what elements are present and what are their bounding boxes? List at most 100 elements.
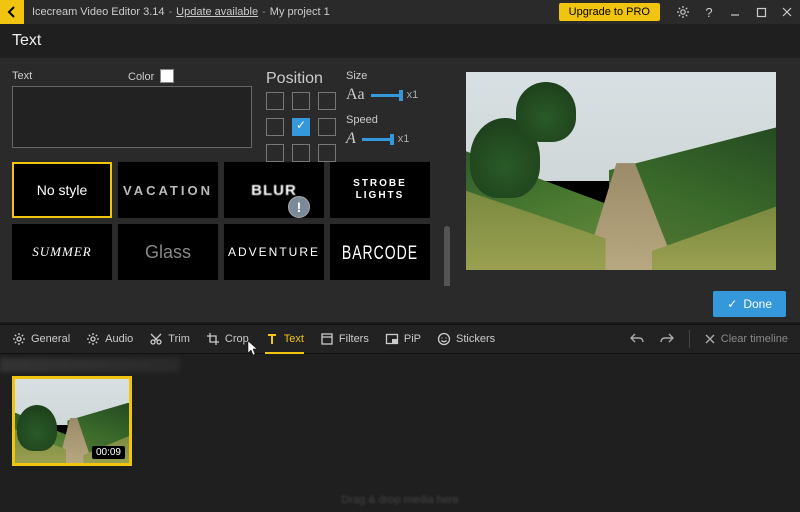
clear-timeline-button[interactable]: Clear timeline (704, 333, 788, 345)
done-label: Done (743, 297, 772, 311)
style-tile-barcode[interactable]: BARCODE (330, 224, 430, 280)
timeline-hint: Drag & drop media here (0, 494, 800, 506)
position-middle-right[interactable] (318, 118, 336, 136)
maximize-button[interactable] (748, 0, 774, 24)
close-icon (781, 6, 793, 18)
style-tile-strobe[interactable]: STROBE LIGHTS (330, 162, 430, 218)
minimize-icon (729, 6, 741, 18)
question-icon: ? (705, 5, 712, 20)
tool-filters[interactable]: Filters (320, 332, 369, 346)
clip-duration: 00:09 (92, 446, 125, 459)
title-bar: Icecream Video Editor 3.14 - Update avai… (0, 0, 800, 24)
close-button[interactable] (774, 0, 800, 24)
section-title: Text (12, 32, 41, 50)
separator: - (262, 6, 266, 18)
general-icon (12, 332, 26, 346)
app-name: Icecream Video Editor 3.14 (32, 6, 164, 18)
audio-icon (86, 332, 100, 346)
tool-label: PiP (404, 333, 421, 345)
tool-crop[interactable]: Crop (206, 332, 249, 346)
gear-icon (676, 5, 690, 19)
back-button[interactable] (0, 0, 24, 24)
tool-label: Stickers (456, 333, 495, 345)
trim-icon (149, 332, 163, 346)
tool-audio[interactable]: Audio (86, 332, 133, 346)
tool-label: General (31, 333, 70, 345)
check-icon: ✓ (727, 297, 737, 311)
text-options-pane: Text Color Position (0, 58, 452, 318)
tool-general[interactable]: General (12, 332, 70, 346)
position-top-right[interactable] (318, 92, 336, 110)
timeline[interactable]: 00:09 Drag & drop media here (0, 354, 800, 512)
settings-button[interactable] (670, 0, 696, 24)
tool-stickers[interactable]: Stickers (437, 332, 495, 346)
upgrade-button[interactable]: Upgrade to PRO (559, 3, 660, 21)
arrow-left-icon (5, 5, 19, 19)
separator: - (168, 6, 172, 18)
tool-label: Crop (225, 333, 249, 345)
project-name: My project 1 (270, 6, 330, 18)
style-label: BARCODE (342, 241, 418, 263)
redo-button[interactable] (659, 331, 675, 348)
speed-slider[interactable] (362, 138, 392, 141)
position-middle-center[interactable] (292, 118, 310, 136)
minimize-button[interactable] (722, 0, 748, 24)
style-tile-vacation[interactable]: VACATION (118, 162, 218, 218)
pip-icon (385, 332, 399, 346)
text-icon (265, 332, 279, 346)
position-grid (266, 92, 336, 162)
style-label: BLUR (251, 182, 297, 199)
tool-label: Text (284, 333, 304, 345)
tool-label: Filters (339, 333, 369, 345)
size-value: x1 (407, 89, 419, 101)
style-label: Glass (145, 242, 191, 263)
style-tile-glass[interactable]: Glass (118, 224, 218, 280)
color-picker[interactable] (160, 69, 174, 83)
text-styles-grid: No style VACATION BLUR STROBE LIGHTS SUMMER G… (12, 162, 442, 280)
help-button[interactable]: ? (696, 0, 722, 24)
tool-label: Audio (105, 333, 133, 345)
position-label: Position (266, 70, 336, 88)
update-available-link[interactable]: Update available (176, 6, 258, 18)
position-top-center[interactable] (292, 92, 310, 110)
style-label: No style (37, 182, 88, 198)
preview-pane: 00:00 00:09 (452, 58, 800, 318)
speed-label: Speed (346, 114, 418, 126)
editor-toolstrip: General Audio Trim Crop Text Filters PiP Sticke… (0, 324, 800, 354)
style-label: SUMMER (32, 244, 91, 260)
position-top-left[interactable] (266, 92, 284, 110)
text-speed-icon: A (346, 130, 356, 148)
done-button[interactable]: ✓ Done (713, 291, 786, 317)
section-header: Text (0, 24, 800, 58)
style-tile-adventure[interactable]: ADVENTURE (224, 224, 324, 280)
position-bottom-left[interactable] (266, 144, 284, 162)
text-input[interactable] (12, 86, 252, 148)
style-tile-summer[interactable]: SUMMER (12, 224, 112, 280)
tool-label: Trim (168, 333, 190, 345)
timeline-clip[interactable]: 00:09 (12, 376, 132, 466)
style-label: VACATION (123, 183, 213, 198)
text-size-icon: Aa (346, 86, 365, 104)
stickers-icon (437, 332, 451, 346)
style-tile-nostyle[interactable]: No style (12, 162, 112, 218)
undo-button[interactable] (629, 331, 645, 348)
color-label: Color (128, 71, 154, 83)
speed-value: x1 (398, 133, 410, 145)
tool-text[interactable]: Text (265, 332, 304, 346)
tool-pip[interactable]: PiP (385, 332, 421, 346)
size-slider[interactable] (371, 94, 401, 97)
maximize-icon (756, 7, 767, 18)
divider (689, 330, 690, 348)
tool-trim[interactable]: Trim (149, 332, 190, 346)
position-bottom-center[interactable] (292, 144, 310, 162)
redo-icon (659, 331, 675, 345)
style-label: STROBE LIGHTS (353, 178, 407, 202)
position-middle-left[interactable] (266, 118, 284, 136)
style-label: ADVENTURE (228, 245, 320, 259)
undo-icon (629, 331, 645, 345)
close-icon (704, 333, 716, 345)
video-preview (466, 72, 776, 270)
position-bottom-right[interactable] (318, 144, 336, 162)
clear-timeline-label: Clear timeline (721, 333, 788, 345)
text-editor-panel: Text Color Position (0, 58, 800, 318)
